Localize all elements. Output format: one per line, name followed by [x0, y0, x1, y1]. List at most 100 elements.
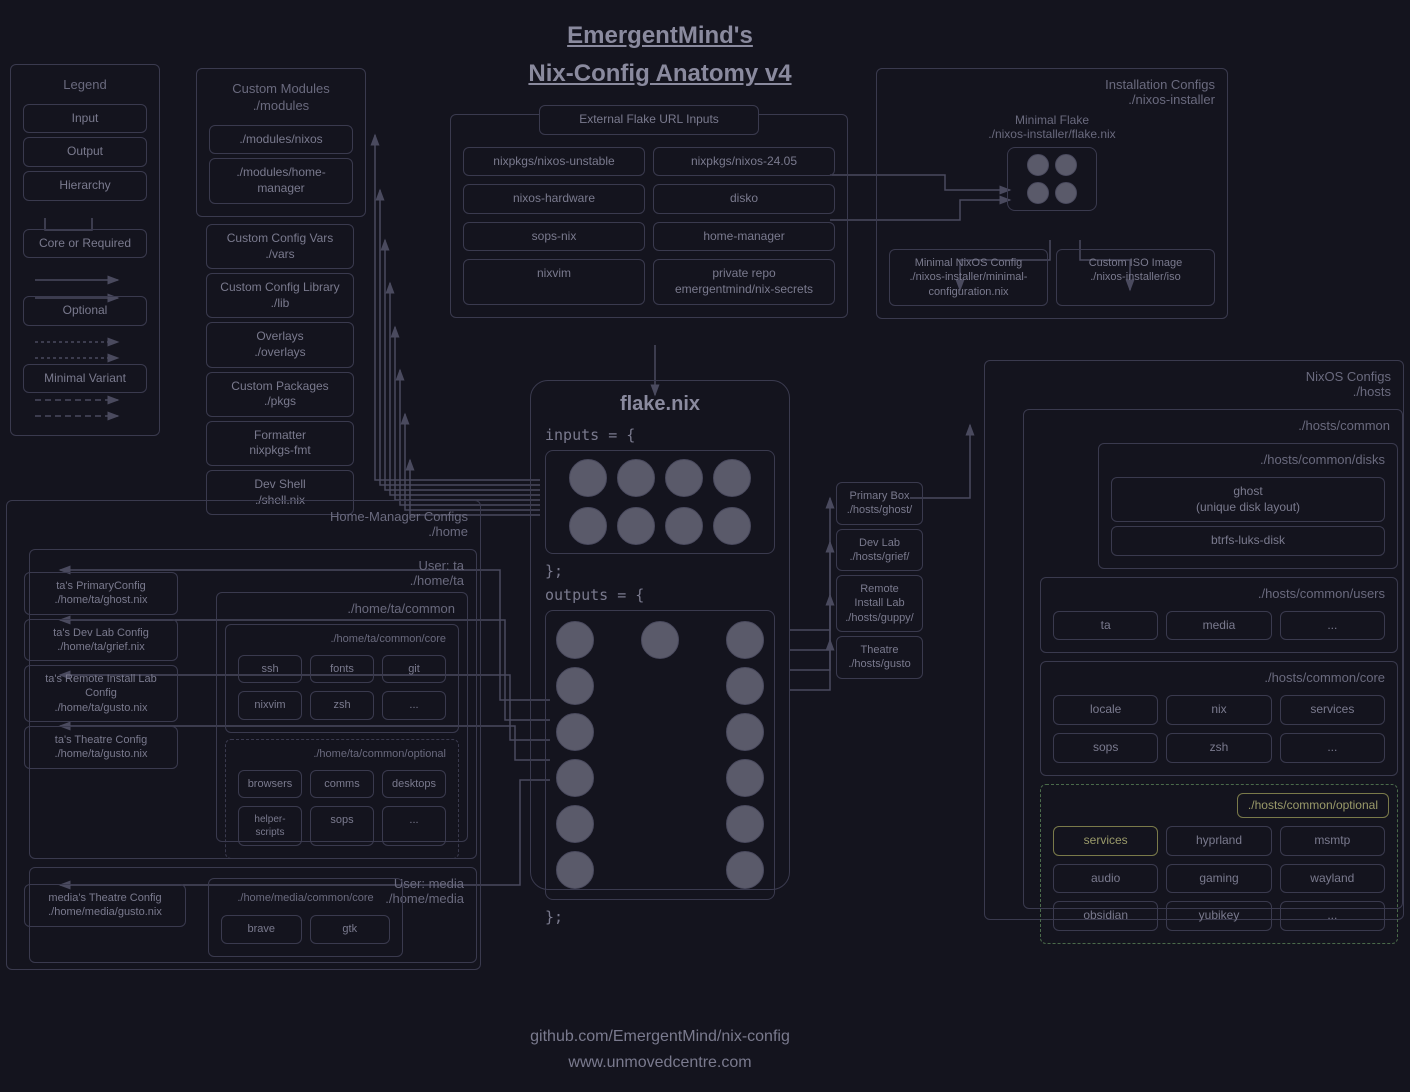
- ta-core-ssh: ssh: [238, 655, 302, 683]
- legend-output: Output: [23, 137, 147, 167]
- circle-icon: [556, 805, 594, 843]
- circle-icon: [556, 667, 594, 705]
- opt-gaming: gaming: [1166, 864, 1271, 894]
- ta-cfg-dev: ta's Dev Lab Config ./home/ta/grief.nix: [24, 619, 178, 662]
- ta-core-fonts: fonts: [310, 655, 374, 683]
- ta-optional-panel: ./home/ta/common/optional browsers comms…: [225, 739, 459, 859]
- ta-core-heading: ./home/ta/common/core: [234, 633, 450, 651]
- installer-panel: Installation Configs ./nixos-installer M…: [876, 68, 1228, 319]
- hosts-common-panel: ./hosts/common ./hosts/common/disks ghos…: [1023, 409, 1403, 909]
- user-more: ...: [1280, 611, 1385, 641]
- hosts-common-heading: ./hosts/common: [1032, 418, 1394, 439]
- circle-icon: [1027, 154, 1049, 176]
- ta-opt-browsers: browsers: [238, 770, 302, 798]
- opt-obsidian: obsidian: [1053, 901, 1158, 931]
- opt-msmtp: msmtp: [1280, 826, 1385, 856]
- flake-heading: flake.nix: [545, 393, 775, 416]
- hosts-users-panel: ./hosts/common/users ta media ...: [1040, 577, 1398, 654]
- disk-btrfs: btrfs-luks-disk: [1111, 526, 1385, 556]
- chip-vars: Custom Config Vars ./vars: [206, 224, 354, 269]
- media-cfg: media's Theatre Config ./home/media/gust…: [24, 884, 186, 927]
- installer-heading: Installation Configs ./nixos-installer: [885, 77, 1219, 113]
- title-line2: Nix-Config Anatomy v4: [490, 60, 830, 88]
- circle-icon: [726, 805, 764, 843]
- host-dev: Dev Lab ./hosts/grief/: [836, 529, 923, 572]
- host-primary: Primary Box ./hosts/ghost/: [836, 482, 923, 525]
- user-ta: ta: [1053, 611, 1158, 641]
- core-zsh: zsh: [1166, 733, 1271, 763]
- ta-optional-heading: ./home/ta/common/optional: [234, 748, 450, 766]
- user-media: media: [1166, 611, 1271, 641]
- home-manager-panel: Home-Manager Configs ./home User: ta ./h…: [6, 500, 481, 970]
- user-ta-panel: User: ta ./home/ta ta's PrimaryConfig ./…: [29, 549, 477, 859]
- ta-cfg-theatre: ta's Theatre Config ./home/ta/gusto.nix: [24, 726, 178, 769]
- repo-link: github.com/EmergentMind/nix-config: [490, 1028, 830, 1046]
- hosts-optional-panel: ./hosts/common/optional services hyprlan…: [1040, 784, 1398, 944]
- host-targets-group: Primary Box ./hosts/ghost/ Dev Lab ./hos…: [832, 478, 927, 683]
- hosts-core-heading: ./hosts/common/core: [1049, 670, 1389, 691]
- chip-overlays: Overlays ./overlays: [206, 322, 354, 367]
- host-remote: Remote Install Lab ./hosts/guppy/: [836, 575, 923, 632]
- flake-outputs-grid: [545, 610, 775, 900]
- circle-icon: [617, 507, 655, 545]
- core-sops: sops: [1053, 733, 1158, 763]
- circle-icon: [556, 621, 594, 659]
- ta-cfg-remote: ta's Remote Install Lab Config ./home/ta…: [24, 665, 178, 722]
- footer-links: github.com/EmergentMind/nix-config www.u…: [490, 1020, 830, 1072]
- input-nixvim: nixvim: [463, 259, 645, 304]
- media-core-brave: brave: [221, 915, 302, 943]
- ta-core-panel: ./home/ta/common/core ssh fonts git nixv…: [225, 624, 459, 733]
- circle-icon: [726, 851, 764, 889]
- standalone-group: Custom Config Vars ./vars Custom Config …: [202, 220, 358, 519]
- circle-icon: [556, 759, 594, 797]
- external-flake-heading: External Flake URL Inputs: [539, 105, 759, 135]
- nixos-heading: NixOS Configs ./hosts: [993, 369, 1395, 405]
- modules-home-manager: ./modules/home-manager: [209, 158, 353, 203]
- media-core-panel: ./home/media/common/core brave gtk: [208, 878, 403, 957]
- legend-optional: Optional: [23, 296, 147, 326]
- core-services: services: [1280, 695, 1385, 725]
- ta-cfg-primary: ta's PrimaryConfig ./home/ta/ghost.nix: [24, 572, 178, 615]
- circle-icon: [726, 759, 764, 797]
- hosts-disks-panel: ./hosts/common/disks ghost (unique disk …: [1098, 443, 1398, 569]
- ta-core-more: ...: [382, 691, 446, 719]
- minimal-nixos-config: Minimal NixOS Config ./nixos-installer/m…: [889, 249, 1048, 306]
- input-home-manager: home-manager: [653, 222, 835, 252]
- circle-icon: [641, 621, 679, 659]
- custom-modules-panel: Custom Modules ./modules ./modules/nixos…: [196, 68, 366, 217]
- disks-heading: ./hosts/common/disks: [1107, 452, 1389, 473]
- flake-inputs-close: };: [545, 562, 775, 580]
- chip-pkgs: Custom Packages ./pkgs: [206, 372, 354, 417]
- ta-opt-comms: comms: [310, 770, 374, 798]
- modules-nixos: ./modules/nixos: [209, 125, 353, 155]
- ta-opt-more: ...: [382, 806, 446, 846]
- circle-icon: [726, 667, 764, 705]
- ta-opt-sops: sops: [310, 806, 374, 846]
- ta-common-heading: ./home/ta/common: [225, 601, 459, 622]
- circle-icon: [556, 851, 594, 889]
- circle-icon: [713, 459, 751, 497]
- ta-core-zsh: zsh: [310, 691, 374, 719]
- core-more: ...: [1280, 733, 1385, 763]
- circle-icon: [569, 507, 607, 545]
- hm-heading: Home-Manager Configs ./home: [15, 509, 472, 545]
- legend-hierarchy: Hierarchy: [23, 171, 147, 201]
- flake-outputs-close: };: [545, 908, 775, 926]
- legend-input: Input: [23, 104, 147, 134]
- flake-outputs-label: outputs = {: [545, 586, 775, 604]
- ta-opt-desktops: desktops: [382, 770, 446, 798]
- nixos-configs-panel: NixOS Configs ./hosts ./hosts/common ./h…: [984, 360, 1404, 920]
- core-nix: nix: [1166, 695, 1271, 725]
- users-heading: ./hosts/common/users: [1049, 586, 1389, 607]
- legend-core: Core or Required: [23, 229, 147, 259]
- site-link: www.unmovedcentre.com: [490, 1054, 830, 1072]
- title-line1: EmergentMind's: [490, 22, 830, 50]
- opt-yubikey: yubikey: [1166, 901, 1271, 931]
- external-flake-panel: External Flake URL Inputs nixpkgs/nixos-…: [450, 114, 848, 318]
- circle-icon: [726, 621, 764, 659]
- ta-common-panel: ./home/ta/common ./home/ta/common/core s…: [216, 592, 468, 842]
- hosts-core-panel: ./hosts/common/core locale nix services …: [1040, 661, 1398, 775]
- circle-icon: [569, 459, 607, 497]
- opt-hyprland: hyprland: [1166, 826, 1271, 856]
- media-core-gtk: gtk: [310, 915, 391, 943]
